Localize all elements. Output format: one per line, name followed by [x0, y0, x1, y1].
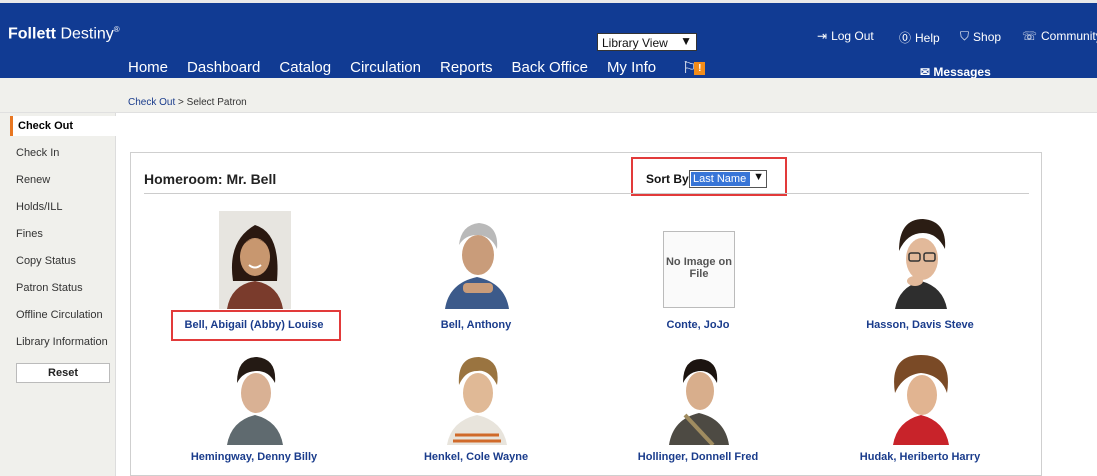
- chevron-down-icon: ▼: [680, 34, 692, 48]
- breadcrumb-checkout-link[interactable]: Check Out: [128, 97, 175, 108]
- app-logo[interactable]: Follett Destiny®: [8, 25, 120, 43]
- sidebar-item-copy-status[interactable]: Copy Status: [16, 255, 76, 267]
- patron-name-link[interactable]: Hasson, Davis Steve: [815, 319, 1025, 331]
- patron-card[interactable]: Hasson, Davis Steve: [815, 211, 1025, 341]
- sort-control: Sort By Last Name ▼: [631, 157, 787, 196]
- messages-link[interactable]: ✉ Messages: [920, 65, 991, 79]
- patron-card[interactable]: Hemingway, Denny Billy: [149, 349, 359, 469]
- sidebar-item-fines[interactable]: Fines: [16, 228, 43, 240]
- envelope-icon: ✉: [920, 65, 931, 79]
- sort-label: Sort By: [646, 172, 689, 186]
- no-image-placeholder[interactable]: No Image on File: [663, 231, 735, 308]
- patron-card[interactable]: Hollinger, Donnell Fred: [593, 349, 803, 469]
- patron-photo[interactable]: [219, 211, 291, 309]
- patron-photo[interactable]: [219, 349, 291, 445]
- patron-card[interactable]: Hudak, Heriberto Harry: [815, 349, 1025, 469]
- patron-name-link[interactable]: Hudak, Heriberto Harry: [815, 451, 1025, 463]
- community-link[interactable]: ☏ Community: [1022, 29, 1097, 43]
- breadcrumb: Check Out > Select Patron: [128, 97, 247, 108]
- patron-panel: Homeroom: Mr. Bell Sort By Last Name ▼ B…: [130, 152, 1042, 476]
- patron-name-link[interactable]: Bell, Anthony: [371, 319, 581, 331]
- patron-card[interactable]: Henkel, Cole Wayne: [371, 349, 581, 469]
- alerts-flag[interactable]: ⚐!: [682, 58, 706, 78]
- patron-card[interactable]: Bell, Anthony: [371, 211, 581, 341]
- sidebar: Check Out Check In Renew Holds/ILL Fines…: [0, 113, 116, 476]
- chevron-down-icon: ▼: [753, 171, 764, 183]
- sidebar-item-holds[interactable]: Holds/ILL: [16, 201, 62, 213]
- patron-photo[interactable]: [885, 211, 957, 309]
- patron-name-link[interactable]: Hollinger, Donnell Fred: [593, 451, 803, 463]
- logout-icon: ⇥: [817, 29, 828, 43]
- cart-icon: ⛉: [960, 29, 970, 43]
- sidebar-item-library-information[interactable]: Library Information: [16, 336, 108, 348]
- help-link[interactable]: ⓪ Help: [899, 29, 940, 46]
- homeroom-title: Homeroom: Mr. Bell: [144, 171, 277, 187]
- logout-link[interactable]: ⇥ Log Out: [817, 29, 874, 43]
- divider: [144, 193, 1029, 194]
- patron-name-link[interactable]: Conte, JoJo: [593, 319, 803, 331]
- reset-button[interactable]: Reset: [16, 363, 110, 383]
- patron-name-link[interactable]: Hemingway, Denny Billy: [149, 451, 359, 463]
- patron-card[interactable]: No Image on File Conte, JoJo: [593, 211, 803, 341]
- help-icon: ⓪: [899, 31, 912, 45]
- patron-photo[interactable]: [663, 349, 735, 445]
- view-selector[interactable]: Library View ▼: [597, 33, 697, 51]
- shop-link[interactable]: ⛉ Shop: [960, 29, 1001, 44]
- breadcrumb-bar: Check Out > Select Patron: [0, 78, 1097, 113]
- patron-name-link[interactable]: Henkel, Cole Wayne: [371, 451, 581, 463]
- sidebar-item-check-in[interactable]: Check In: [16, 147, 59, 159]
- sidebar-item-check-out[interactable]: Check Out: [10, 116, 116, 136]
- sidebar-item-offline-circulation[interactable]: Offline Circulation: [16, 309, 103, 321]
- community-icon: ☏: [1022, 29, 1038, 43]
- patron-name-link[interactable]: Bell, Abigail (Abby) Louise: [149, 319, 359, 331]
- sidebar-item-patron-status[interactable]: Patron Status: [16, 282, 83, 294]
- breadcrumb-current: Select Patron: [186, 97, 247, 108]
- patron-photo[interactable]: [885, 349, 957, 445]
- alert-badge: !: [694, 62, 706, 76]
- top-header: Follett Destiny® Library View ▼ ⇥ Log Ou…: [0, 0, 1097, 84]
- patron-card[interactable]: Bell, Abigail (Abby) Louise: [149, 211, 359, 341]
- patron-photo[interactable]: [441, 349, 513, 445]
- sort-select[interactable]: Last Name ▼: [689, 170, 767, 188]
- sidebar-item-renew[interactable]: Renew: [16, 174, 50, 186]
- patron-photo[interactable]: [441, 211, 513, 309]
